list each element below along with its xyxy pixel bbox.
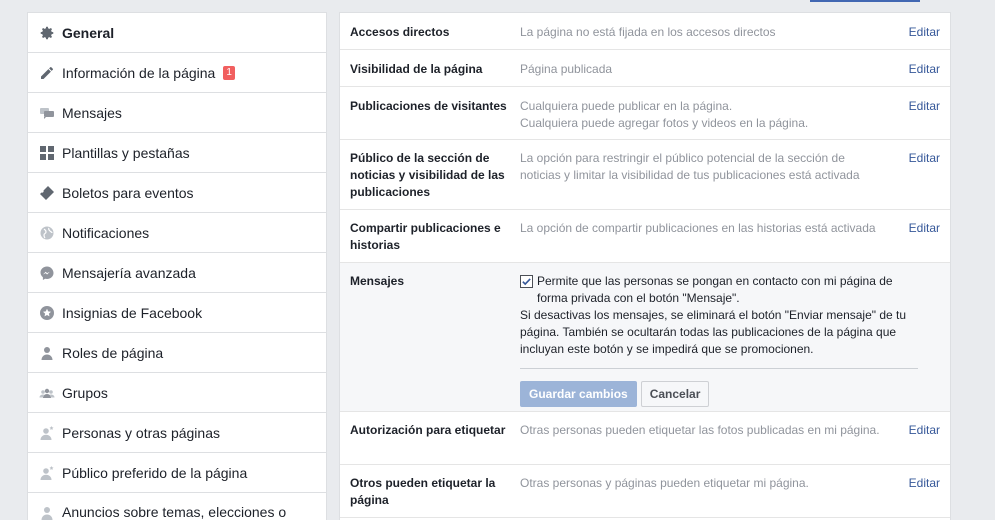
- settings-row-others-tag-page: Otros pueden etiquetar la página Otras p…: [340, 465, 950, 518]
- messages-checkbox-label: Permite que las personas se pongan en co…: [537, 274, 893, 305]
- sidebar-item-label: General: [62, 24, 115, 41]
- row-value: La opción de compartir publicaciones en …: [520, 221, 876, 235]
- person-star-icon: [38, 464, 56, 482]
- sidebar-item-label: Plantillas y pestañas: [62, 144, 190, 161]
- chat-bubbles-icon: [38, 104, 56, 122]
- messages-note: Si desactivas los mensajes, se eliminará…: [520, 308, 907, 356]
- sidebar-item-label: Público preferido de la página: [62, 464, 248, 481]
- sidebar-item-label: Boletos para eventos: [62, 184, 194, 201]
- sidebar-item-label: Insignias de Facebook: [62, 304, 203, 321]
- sidebar-item-people-other-pages[interactable]: Personas y otras páginas: [28, 413, 326, 453]
- row-label: Otros pueden etiquetar la página: [350, 476, 496, 507]
- row-value: Cualquiera puede publicar en la página. …: [520, 98, 900, 130]
- edit-link[interactable]: Editar: [900, 24, 940, 39]
- sidebar-item-notifications[interactable]: Notificaciones: [28, 213, 326, 253]
- star-badge-icon: [38, 304, 56, 322]
- row-value: Otras personas y páginas pueden etiqueta…: [520, 476, 809, 490]
- row-label: Público de la sección de noticias y visi…: [350, 151, 505, 199]
- row-label: Publicaciones de visitantes: [350, 99, 507, 113]
- edit-link[interactable]: Editar: [900, 98, 940, 129]
- settings-row-tag-permission: Autorización para etiquetar Otras person…: [340, 412, 950, 465]
- settings-row-share-stories: Compartir publicaciones e historias La o…: [340, 210, 950, 263]
- row-value: La opción para restringir el público pot…: [520, 151, 860, 182]
- sidebar-item-facebook-badges[interactable]: Insignias de Facebook: [28, 293, 326, 333]
- settings-row-page-visibility: Visibilidad de la página Página publicad…: [340, 50, 950, 87]
- messages-checkbox[interactable]: [520, 275, 533, 288]
- settings-row-news-feed-audience: Público de la sección de noticias y visi…: [340, 140, 950, 210]
- edit-link[interactable]: Editar: [900, 150, 940, 199]
- edit-link[interactable]: Editar: [900, 220, 940, 252]
- top-tab-indicator: [810, 0, 920, 2]
- row-label: Accesos directos: [350, 25, 450, 39]
- cancel-button[interactable]: Cancelar: [640, 381, 710, 407]
- sidebar-item-page-roles[interactable]: Roles de página: [28, 333, 326, 373]
- sidebar-item-label: Mensajería avanzada: [62, 264, 196, 281]
- check-icon: [522, 278, 531, 286]
- row-value: Otras personas pueden etiquetar las foto…: [520, 423, 880, 437]
- row-label: Compartir publicaciones e historias: [350, 221, 501, 252]
- sidebar-item-templates-tabs[interactable]: Plantillas y pestañas: [28, 133, 326, 173]
- sidebar-item-label: Personas y otras páginas: [62, 424, 220, 441]
- edit-link[interactable]: Editar: [900, 61, 940, 76]
- sidebar-item-label: Roles de página: [62, 344, 164, 361]
- messenger-icon: [38, 264, 56, 282]
- messages-checkbox-line: Permite que las personas se pongan en co…: [520, 273, 918, 307]
- grid-icon: [38, 144, 56, 162]
- editor-divider: [520, 368, 918, 369]
- sidebar-item-political-ads[interactable]: Anuncios sobre temas, elecciones o: [28, 493, 326, 520]
- value-line: Cualquiera puede agregar fotos y videos …: [520, 116, 809, 130]
- sidebar-item-label: Grupos: [62, 384, 108, 401]
- messages-editor: Permite que las personas se pongan en co…: [520, 273, 940, 407]
- row-label: Visibilidad de la página: [350, 62, 483, 76]
- pencil-icon: [38, 64, 56, 82]
- settings-row-messages-expanded: Mensajes Permite que las personas se pon…: [340, 263, 950, 412]
- sidebar-item-event-tickets[interactable]: Boletos para eventos: [28, 173, 326, 213]
- general-settings-panel: Accesos directos La página no está fijad…: [339, 12, 951, 520]
- row-label: Mensajes: [350, 274, 405, 288]
- sidebar-item-page-info[interactable]: Información de la página 1: [28, 53, 326, 93]
- ticket-icon: [38, 184, 56, 202]
- save-changes-button[interactable]: Guardar cambios: [520, 381, 637, 407]
- editor-buttons: Guardar cambios Cancelar: [520, 381, 918, 407]
- person-icon: [38, 504, 56, 520]
- edit-link[interactable]: Editar: [900, 475, 940, 507]
- gear-icon: [38, 24, 56, 42]
- value-line: Cualquiera puede publicar en la página.: [520, 99, 733, 113]
- edit-link[interactable]: Editar: [900, 422, 940, 454]
- sidebar-item-groups[interactable]: Grupos: [28, 373, 326, 413]
- sidebar-item-label: Notificaciones: [62, 224, 150, 241]
- person-icon: [38, 344, 56, 362]
- sidebar-item-preferred-audience[interactable]: Público preferido de la página: [28, 453, 326, 493]
- globe-icon: [38, 224, 56, 242]
- sidebar-item-messages[interactable]: Mensajes: [28, 93, 326, 133]
- settings-row-visitor-posts: Publicaciones de visitantes Cualquiera p…: [340, 87, 950, 140]
- sidebar-item-label: Información de la página: [62, 64, 216, 81]
- sidebar-item-general[interactable]: General: [28, 13, 326, 53]
- row-value: Página publicada: [520, 62, 613, 76]
- sidebar-item-label: Mensajes: [62, 104, 122, 121]
- sidebar-item-label: Anuncios sobre temas, elecciones o: [62, 504, 287, 520]
- person-star-icon: [38, 424, 56, 442]
- row-value: La página no está fijada en los accesos …: [520, 25, 776, 39]
- row-label: Autorización para etiquetar: [350, 423, 506, 437]
- settings-row-shortcuts: Accesos directos La página no está fijad…: [340, 13, 950, 50]
- group-icon: [38, 384, 56, 402]
- settings-sidebar: General Información de la página 1 Mensa…: [27, 12, 327, 520]
- sidebar-item-advanced-messaging[interactable]: Mensajería avanzada: [28, 253, 326, 293]
- notification-badge: 1: [223, 65, 235, 80]
